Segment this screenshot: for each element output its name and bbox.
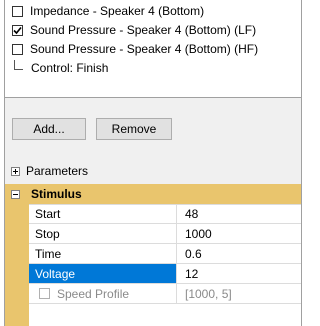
property-row-stop[interactable]: Stop 1000 bbox=[29, 224, 301, 244]
property-row-speed-profile[interactable]: Speed Profile [1000, 5] bbox=[29, 284, 301, 304]
category-title: Stimulus bbox=[31, 187, 82, 201]
measurement-list[interactable]: Impedance - Speaker 4 (Bottom) Sound Pre… bbox=[5, 0, 301, 98]
property-grid: Stimulus Start 48 Stop 1000 Time 0.6 Vol… bbox=[5, 184, 301, 326]
grid-gutter bbox=[5, 204, 29, 326]
property-label: Speed Profile bbox=[57, 286, 130, 301]
list-item-label: Sound Pressure - Speaker 4 (Bottom) (LF) bbox=[30, 23, 257, 37]
property-value: [1000, 5] bbox=[185, 286, 232, 301]
property-name: Voltage bbox=[29, 264, 177, 283]
expand-icon[interactable] bbox=[11, 166, 20, 176]
property-value[interactable]: 1000 bbox=[177, 224, 301, 243]
collapse-icon[interactable] bbox=[11, 189, 20, 199]
add-button[interactable]: Add... bbox=[12, 118, 86, 140]
checkbox-checked[interactable] bbox=[12, 24, 23, 36]
measurement-panel: Impedance - Speaker 4 (Bottom) Sound Pre… bbox=[4, 0, 302, 326]
property-row-voltage[interactable]: Voltage 12 bbox=[29, 264, 301, 284]
list-item[interactable]: Sound Pressure - Speaker 4 (Bottom) (LF) bbox=[12, 21, 256, 39]
property-name: Stop bbox=[29, 224, 177, 243]
list-item-label: Sound Pressure - Speaker 4 (Bottom) (HF) bbox=[30, 42, 259, 56]
remove-button[interactable]: Remove bbox=[96, 118, 172, 140]
property-value[interactable]: 12 bbox=[177, 264, 301, 283]
parameters-label: Parameters bbox=[26, 164, 89, 178]
checkbox[interactable] bbox=[12, 5, 23, 17]
checkmark-icon bbox=[13, 26, 22, 34]
list-item-label: Impedance - Speaker 4 (Bottom) bbox=[30, 4, 205, 18]
tree-connector-icon bbox=[14, 60, 23, 70]
property-name: Speed Profile bbox=[29, 284, 177, 303]
property-value[interactable]: 0.6 bbox=[177, 244, 301, 263]
property-name: Start bbox=[29, 204, 177, 223]
list-item[interactable]: Sound Pressure - Speaker 4 (Bottom) (HF) bbox=[12, 40, 258, 58]
button-bar: Add... Remove bbox=[5, 98, 301, 150]
property-value[interactable]: 48 bbox=[177, 204, 301, 223]
property-row-start[interactable]: Start 48 bbox=[29, 204, 301, 224]
parameters-header[interactable]: Parameters bbox=[5, 162, 301, 180]
property-row-time[interactable]: Time 0.6 bbox=[29, 244, 301, 264]
property-name: Time bbox=[29, 244, 177, 263]
list-item[interactable]: Impedance - Speaker 4 (Bottom) bbox=[12, 2, 204, 20]
checkbox-disabled[interactable] bbox=[39, 288, 50, 299]
control-label: Control: Finish bbox=[31, 61, 109, 75]
checkbox[interactable] bbox=[12, 43, 23, 55]
list-item-control[interactable]: Control: Finish bbox=[12, 59, 108, 77]
category-stimulus[interactable]: Stimulus bbox=[5, 184, 301, 205]
